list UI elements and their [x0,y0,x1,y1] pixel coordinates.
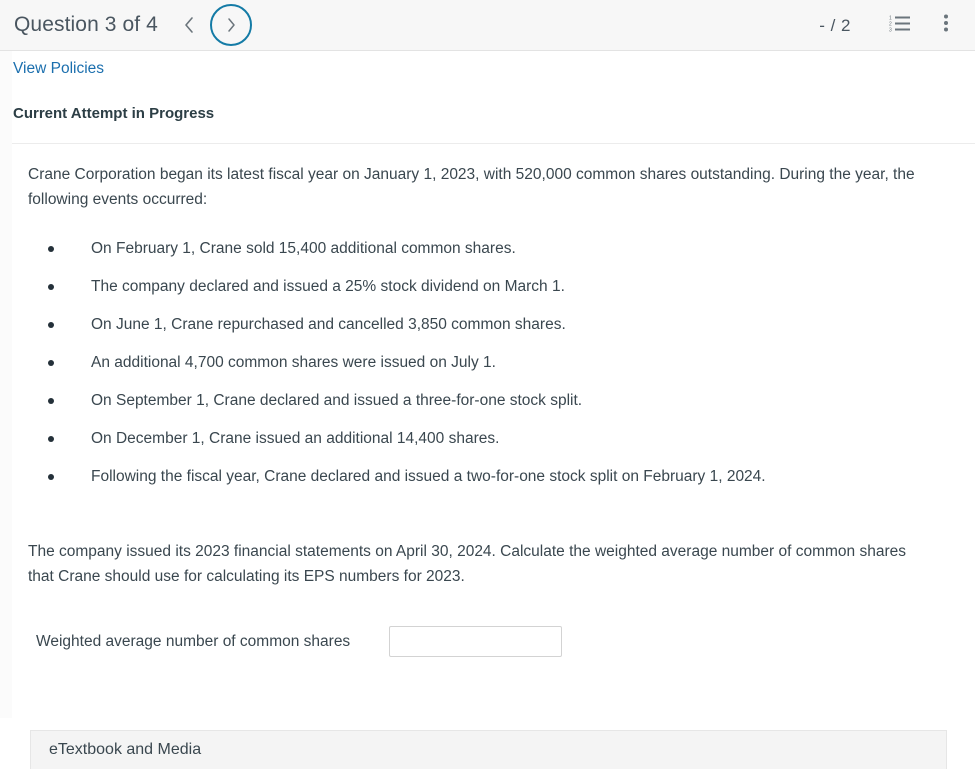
score-display: - / 2 [819,15,851,35]
weighted-average-shares-input[interactable] [389,626,562,657]
events-list: On February 1, Crane sold 15,400 additio… [12,230,975,496]
list-item: On September 1, Crane declared and issue… [12,382,975,420]
question-body: View Policies Current Attempt in Progres… [0,51,975,769]
chevron-left-icon [183,16,195,34]
list-item-text: On February 1, Crane sold 15,400 additio… [91,240,516,257]
list-item-text: Following the fiscal year, Crane declare… [91,468,766,485]
chevron-right-icon [225,16,237,34]
bullet-icon [48,322,54,328]
list-item: On December 1, Crane issued an additiona… [12,420,975,458]
list-item: An additional 4,700 common shares were i… [12,344,975,382]
previous-question-button[interactable] [176,10,202,40]
list-item-text: The company declared and issued a 25% st… [91,278,565,295]
list-item: The company declared and issued a 25% st… [12,268,975,306]
list-item-text: On June 1, Crane repurchased and cancell… [91,316,566,333]
question-closing-text: The company issued its 2023 financial st… [28,543,906,585]
bullet-icon [48,284,54,290]
etextbook-and-media-section[interactable]: eTextbook and Media [30,730,947,769]
next-question-button[interactable] [209,4,252,46]
left-gutter [0,51,12,718]
question-header-bar: Question 3 of 4 - / 2 1 2 3 [0,0,975,51]
view-policies-link[interactable]: View Policies [12,51,104,78]
list-item: On June 1, Crane repurchased and cancell… [12,306,975,344]
bullet-icon [48,398,54,404]
list-item-text: On December 1, Crane issued an additiona… [91,430,500,447]
question-prompt-panel: Crane Corporation began its latest fisca… [12,143,975,657]
numbered-list-icon: 1 2 3 [889,14,911,37]
bullet-icon [48,474,54,480]
list-item-text: On September 1, Crane declared and issue… [91,392,583,409]
question-content: View Policies Current Attempt in Progres… [12,51,975,657]
list-item-text: An additional 4,700 common shares were i… [91,354,496,371]
header-right-tools: - / 2 1 2 3 [819,0,963,51]
more-options-button[interactable] [931,11,961,41]
etextbook-and-media-label: eTextbook and Media [49,741,202,758]
answer-row: Weighted average number of common shares [36,626,975,657]
svg-text:3: 3 [889,28,892,33]
question-navigation [176,4,252,46]
list-item: Following the fiscal year, Crane declare… [12,458,975,496]
bullet-icon [48,246,54,252]
answer-field-label: Weighted average number of common shares [36,632,351,650]
list-item: On February 1, Crane sold 15,400 additio… [12,230,975,268]
question-intro-text: Crane Corporation began its latest fisca… [28,166,915,208]
attempt-status-label: Current Attempt in Progress [13,105,215,122]
question-list-button[interactable]: 1 2 3 [885,11,915,41]
question-counter-title: Question 3 of 4 [14,13,158,36]
bullet-icon [48,436,54,442]
bullet-icon [48,360,54,366]
more-vertical-icon [943,13,949,38]
